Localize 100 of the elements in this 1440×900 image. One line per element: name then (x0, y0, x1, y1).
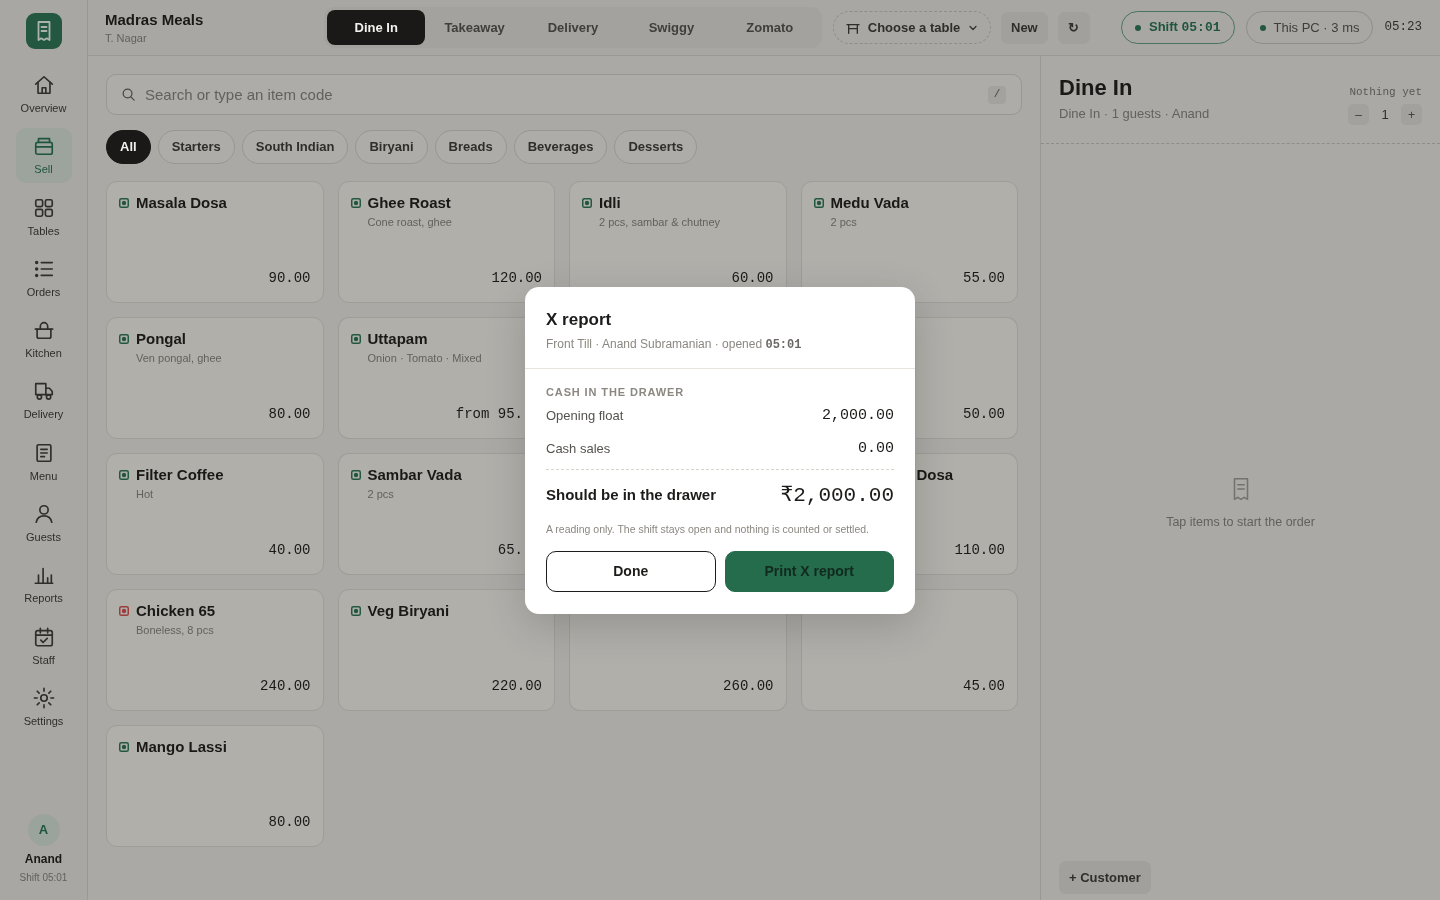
menu-item-card[interactable]: 260.00 (569, 614, 787, 711)
menu-item-card[interactable]: Dosa 110.00 (915, 453, 1018, 575)
shift-label: Shift 05:01 (19, 872, 68, 884)
sidebar-item[interactable]: Reports (15, 557, 72, 613)
sidebar-item[interactable]: Menu (15, 434, 72, 490)
sidebar-item[interactable]: Sell (15, 128, 72, 184)
menu-item-card[interactable]: Sambar Vada 2 pcs 65. (337, 453, 525, 575)
order-type-tab[interactable]: Delivery (523, 10, 623, 45)
item-name: Pongal (136, 330, 186, 348)
menu-item-card[interactable]: 50.00 (915, 317, 1018, 439)
decrement-button[interactable]: – (1348, 104, 1369, 125)
menu-item-card[interactable]: Veg Biryani 220.00 (337, 589, 555, 711)
item-price: 55.00 (963, 270, 1005, 287)
item-description: Hot (136, 487, 154, 501)
item-price: 110.00 (954, 542, 1005, 559)
sidebar-item[interactable]: Guests (15, 496, 72, 552)
menu-item-card[interactable]: Medu Vada 2 pcs 55.00 (800, 181, 1018, 303)
item-price: 80.00 (268, 406, 311, 423)
item-price: 90.00 (268, 270, 311, 287)
order-type-tab[interactable]: Takeaway (425, 10, 524, 45)
item-name: Medu Vada (830, 194, 909, 212)
menu-item-card[interactable]: Masala Dosa 90.00 (106, 181, 324, 303)
person-icon (32, 503, 55, 526)
amount-label: Opening float (546, 407, 624, 426)
branch-name: T. Nagar (105, 31, 148, 45)
menu-item-card[interactable]: Uttapam Onion · Tomato · Mixed from 95. (337, 317, 525, 439)
item-name: Sambar Vada (367, 466, 462, 484)
new-order-button[interactable]: New (1001, 11, 1048, 44)
item-price: 80.00 (268, 814, 311, 831)
item-price: 65. (497, 542, 523, 559)
done-button[interactable]: Done (546, 550, 716, 592)
item-price: 120.00 (491, 270, 542, 287)
item-name: Veg Biryani (367, 602, 450, 620)
item-description: 2 pcs (367, 487, 394, 501)
menu-item-card[interactable]: Filter Coffee Hot 40.00 (106, 453, 324, 575)
sidebar-item[interactable]: Delivery (15, 373, 72, 429)
sidebar-item[interactable]: Tables (15, 189, 72, 245)
item-name: Ghee Roast (367, 194, 451, 212)
sidebar-item[interactable]: Orders (15, 250, 72, 306)
empty-order-message: Tap items to start the order (1166, 513, 1315, 530)
search-icon (121, 87, 136, 102)
settings-icon (32, 686, 55, 709)
item-price: 45.00 (963, 678, 1005, 695)
order-type-tab[interactable]: Dine In (327, 10, 426, 45)
item-price: 40.00 (268, 542, 311, 559)
category-chip[interactable]: All (106, 130, 151, 164)
refresh-button[interactable]: ↻ (1057, 11, 1090, 44)
category-chip[interactable]: Starters (157, 130, 235, 164)
item-name: Uttapam (367, 330, 428, 348)
sidebar-item[interactable]: Overview (15, 67, 72, 122)
item-description: Boneless, 8 pcs (136, 623, 214, 637)
item-name: Mango Lassi (136, 738, 227, 756)
user-avatar[interactable]: A (27, 814, 60, 846)
item-price: 240.00 (260, 678, 311, 695)
sidebar-item[interactable]: Staff (15, 618, 72, 674)
menu-item-card[interactable]: Ghee Roast Cone roast, ghee 120.00 (337, 181, 555, 303)
amount-label: Cash sales (546, 440, 611, 459)
category-chip[interactable]: Desserts (614, 130, 698, 164)
app-name: Madras Meals (105, 10, 205, 29)
guest-count: 1 (1380, 105, 1390, 124)
briefcase-icon (32, 135, 55, 158)
dialog-subtitle: Front Till · Anand Subramanian · opened 05:01 (546, 335, 803, 353)
category-chip[interactable]: Breads (434, 130, 507, 164)
item-description: Ven pongal, ghee (136, 351, 222, 365)
item-description: Onion · Tomato · Mixed (367, 351, 482, 365)
dialog-title: X report (546, 308, 613, 331)
sidebar-item[interactable]: Kitchen (15, 312, 72, 368)
logo-icon (25, 13, 62, 49)
dialog-note: A reading only. The shift stays open and nothing is counted or settled. (546, 521, 870, 537)
category-chip[interactable]: Biryani (355, 130, 428, 164)
item-price: 260.00 (723, 678, 774, 695)
amount-value: 0.00 (858, 438, 894, 459)
home-icon (32, 74, 55, 96)
truck-icon (32, 380, 55, 403)
category-chip[interactable]: Beverages (513, 130, 608, 164)
status-dot-icon (1135, 24, 1141, 31)
grid-icon (32, 196, 55, 219)
item-price: 60.00 (731, 270, 774, 287)
order-type-tab[interactable]: Zomato (720, 10, 820, 45)
total-amount: ₹2,000.00 (780, 482, 894, 509)
item-description: Cone roast, ghee (367, 215, 452, 229)
menu-item-card[interactable]: Mango Lassi 80.00 (106, 725, 324, 847)
amount-value: 2,000.00 (822, 405, 894, 426)
order-details: Dine In · 1 guests · Anand (1059, 106, 1210, 122)
menu-item-card[interactable]: Chicken 65 Boneless, 8 pcs 240.00 (106, 589, 324, 711)
category-chip[interactable]: South Indian (241, 130, 349, 164)
add-customer-button[interactable]: + Customer (1059, 861, 1151, 894)
calendar-check-icon (32, 625, 55, 648)
item-price: 220.00 (491, 678, 542, 695)
item-name: Masala Dosa (136, 194, 227, 212)
increment-button[interactable]: + (1401, 104, 1422, 125)
item-name: Chicken 65 (136, 602, 216, 620)
total-label: Should be in the drawer (546, 485, 717, 506)
menu-item-card[interactable]: Pongal Ven pongal, ghee 80.00 (106, 317, 324, 439)
item-name: Idli (599, 194, 621, 212)
user-name: Anand (24, 852, 63, 866)
order-type-tab[interactable]: Swiggy (622, 10, 721, 45)
item-price: 50.00 (963, 406, 1005, 423)
sidebar-item[interactable]: Settings (15, 679, 72, 735)
item-price: from 95. (455, 406, 523, 423)
